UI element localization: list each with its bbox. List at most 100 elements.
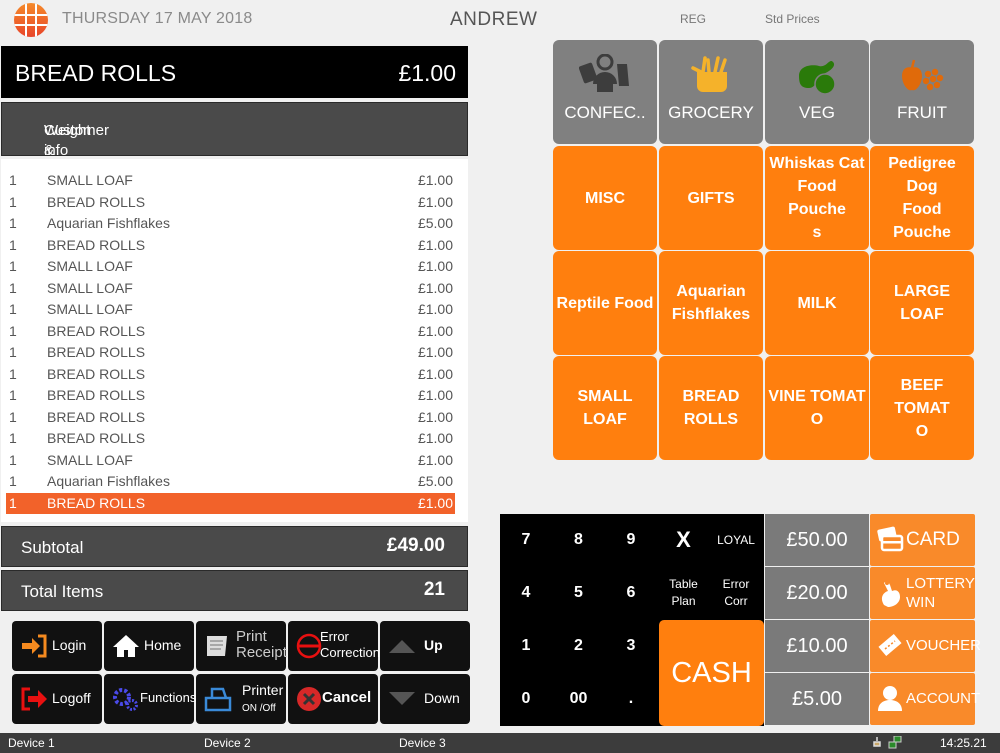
- lottery-crossed-fingers-icon: [881, 581, 900, 607]
- up-button[interactable]: Up: [380, 621, 470, 671]
- keypad-key-00[interactable]: 00: [553, 673, 605, 725]
- product-label: LARGE LOAF: [894, 283, 950, 323]
- keypad-key-table-plan[interactable]: Table Plan: [658, 567, 710, 619]
- receipt-row[interactable]: 1 BREAD ROLLS £1.00: [6, 385, 455, 406]
- product-tile-large-loaf[interactable]: LARGE LOAF: [870, 251, 974, 355]
- product-tile-pedigree-dog-food-pouche[interactable]: Pedigree Dog Food Pouche: [870, 146, 974, 250]
- keypad-key-x[interactable]: X: [658, 514, 710, 566]
- receipt-row[interactable]: 1 BREAD ROLLS £1.00: [6, 321, 455, 342]
- category-grocery[interactable]: GROCERY: [659, 40, 763, 144]
- home-label: Home: [144, 637, 182, 653]
- keypad-key-0[interactable]: 0: [500, 673, 552, 725]
- receipt-description: Aquarian Fishflakes: [47, 215, 170, 231]
- category-veg[interactable]: VEG: [765, 40, 869, 144]
- printer-icon: [204, 687, 232, 712]
- grid-logo-icon: [14, 3, 48, 37]
- card-payment-button[interactable]: CARD: [870, 514, 975, 566]
- receipt-row[interactable]: 1 BREAD ROLLS £1.00: [6, 235, 455, 256]
- device-2-label: Device 2: [204, 736, 251, 750]
- down-button[interactable]: Down: [380, 674, 470, 724]
- quick-cash-50-button[interactable]: £50.00: [765, 514, 869, 566]
- receipt-row[interactable]: 1 SMALL LOAF £1.00: [6, 170, 455, 191]
- receipt-row[interactable]: 1 BREAD ROLLS £1.00: [6, 192, 455, 213]
- product-label: MILK: [797, 294, 837, 312]
- receipt-row[interactable]: 1 SMALL LOAF £1.00: [6, 299, 455, 320]
- cancel-button[interactable]: Cancel: [288, 674, 378, 724]
- keypad-key-9[interactable]: 9: [605, 514, 657, 566]
- keypad-key-8[interactable]: 8: [553, 514, 605, 566]
- cancel-label: Cancel: [322, 689, 372, 706]
- cash-button[interactable]: CASH: [659, 620, 764, 726]
- print-receipt-button[interactable]: Print Receipt: [196, 621, 287, 671]
- receipt-row[interactable]: 1 SMALL LOAF £1.00: [6, 256, 455, 277]
- current-item-banner: BREAD ROLLS £1.00: [1, 46, 468, 98]
- keypad-key-3[interactable]: 3: [605, 620, 657, 672]
- keypad-key-5[interactable]: 5: [553, 567, 605, 619]
- receipt-qty: 1: [9, 451, 17, 468]
- receipt-row[interactable]: 1 Aquarian Fishflakes £5.00: [6, 213, 455, 234]
- receipt-row[interactable]: 1 BREAD ROLLS £1.00: [6, 407, 455, 428]
- category-fruit[interactable]: FRUIT: [870, 40, 974, 144]
- product-tile-aquarian-fishflakes[interactable]: Aquarian Fishflakes: [659, 251, 763, 355]
- voucher-ticket-icon: [878, 633, 902, 657]
- login-button[interactable]: Login: [12, 621, 102, 671]
- voucher-button[interactable]: VOUCHER: [870, 620, 981, 672]
- subtotal-value: £49.00: [386, 535, 445, 556]
- receipt-row-selected[interactable]: 1 BREAD ROLLS £1.00: [6, 492, 455, 514]
- keypad-key-4[interactable]: 4: [500, 567, 552, 619]
- receipt-row[interactable]: 1 BREAD ROLLS £1.00: [6, 364, 455, 385]
- functions-button[interactable]: Functions: [104, 674, 196, 724]
- receipt-price: £1.00: [417, 172, 453, 188]
- receipt-price: £5.00: [417, 473, 453, 489]
- receipt-description: SMALL LOAF: [47, 279, 133, 296]
- product-tile-small-loaf[interactable]: SMALL LOAF: [553, 356, 657, 460]
- keypad-key-1[interactable]: 1: [500, 620, 552, 672]
- product-tile-whiskas-cat-food-pouches[interactable]: Whiskas Cat Food Pouche s: [765, 146, 869, 250]
- quick-cash-10-button[interactable]: £10.00: [765, 620, 869, 672]
- product-tile-gifts[interactable]: GIFTS: [659, 146, 763, 250]
- printer-toggle-button[interactable]: Printer ON /Off: [196, 674, 286, 724]
- printer-label: Printer ON /Off: [242, 682, 284, 714]
- receipt-price: £1.00: [417, 322, 453, 339]
- receipt-price: £1.00: [417, 430, 453, 446]
- product-tile-vine-tomato[interactable]: VINE TOMAT O: [765, 356, 869, 460]
- keypad-key-7[interactable]: 7: [500, 514, 552, 566]
- receipt-price: £1.00: [417, 408, 453, 425]
- customer-weight-info-button[interactable]: Customer & Weight info: [1, 102, 468, 159]
- product-tile-bread-rolls[interactable]: BREAD ROLLS: [659, 356, 763, 460]
- receipt-row[interactable]: 1 SMALL LOAF £1.00: [6, 450, 455, 471]
- mode-label: REG: [680, 12, 707, 26]
- category-confectionery[interactable]: CONFEC..: [553, 40, 657, 144]
- receipt-qty: 1: [9, 473, 17, 489]
- quick-cash-20-button[interactable]: £20.00: [765, 567, 869, 619]
- product-tile-beef-tomato[interactable]: BEEF TOMAT O: [870, 356, 974, 460]
- category-label: VEG: [799, 103, 835, 122]
- receipt-qty: 1: [9, 344, 17, 360]
- receipt-qty: 1: [9, 494, 17, 511]
- keypad-key-decimal[interactable]: .: [605, 673, 657, 725]
- error-correction-button[interactable]: Error Correction: [288, 621, 380, 671]
- keypad-key-2[interactable]: 2: [553, 620, 605, 672]
- receipt-list[interactable]: 1 SMALL LOAF £1.00 1 BREAD ROLLS £1.00 1 Aquari…: [1, 159, 468, 522]
- keypad-key-loyal[interactable]: LOYAL: [710, 514, 762, 566]
- receipt-row[interactable]: 1 BREAD ROLLS £1.00: [6, 428, 455, 449]
- grocery-basket-icon: [691, 56, 727, 92]
- product-tile-reptile-food[interactable]: Reptile Food: [553, 251, 657, 355]
- lottery-win-button[interactable]: LOTTERY WIN: [870, 567, 975, 619]
- product-tile-misc[interactable]: MISC: [553, 146, 657, 250]
- logoff-button[interactable]: Logoff: [12, 674, 102, 724]
- receipt-row[interactable]: 1 Aquarian Fishflakes £5.00: [6, 471, 455, 492]
- keypad-key-error-corr[interactable]: Error Corr: [710, 567, 762, 619]
- home-button[interactable]: Home: [104, 621, 194, 671]
- product-tile-milk[interactable]: MILK: [765, 251, 869, 355]
- keypad-key-6[interactable]: 6: [605, 567, 657, 619]
- account-button[interactable]: ACCOUNT: [870, 673, 980, 725]
- voucher-label: VOUCHER: [906, 637, 982, 654]
- quick-cash-5-button[interactable]: £5.00: [765, 673, 869, 725]
- receipt-row[interactable]: 1 BREAD ROLLS £1.00: [6, 342, 455, 363]
- receipt-row[interactable]: 1 SMALL LOAF £1.00: [6, 278, 455, 299]
- fruit-icon: [902, 59, 944, 91]
- receipt-qty: 1: [9, 258, 17, 274]
- receipt-price: £1.00: [417, 236, 453, 253]
- current-item-price: £1.00: [398, 60, 456, 86]
